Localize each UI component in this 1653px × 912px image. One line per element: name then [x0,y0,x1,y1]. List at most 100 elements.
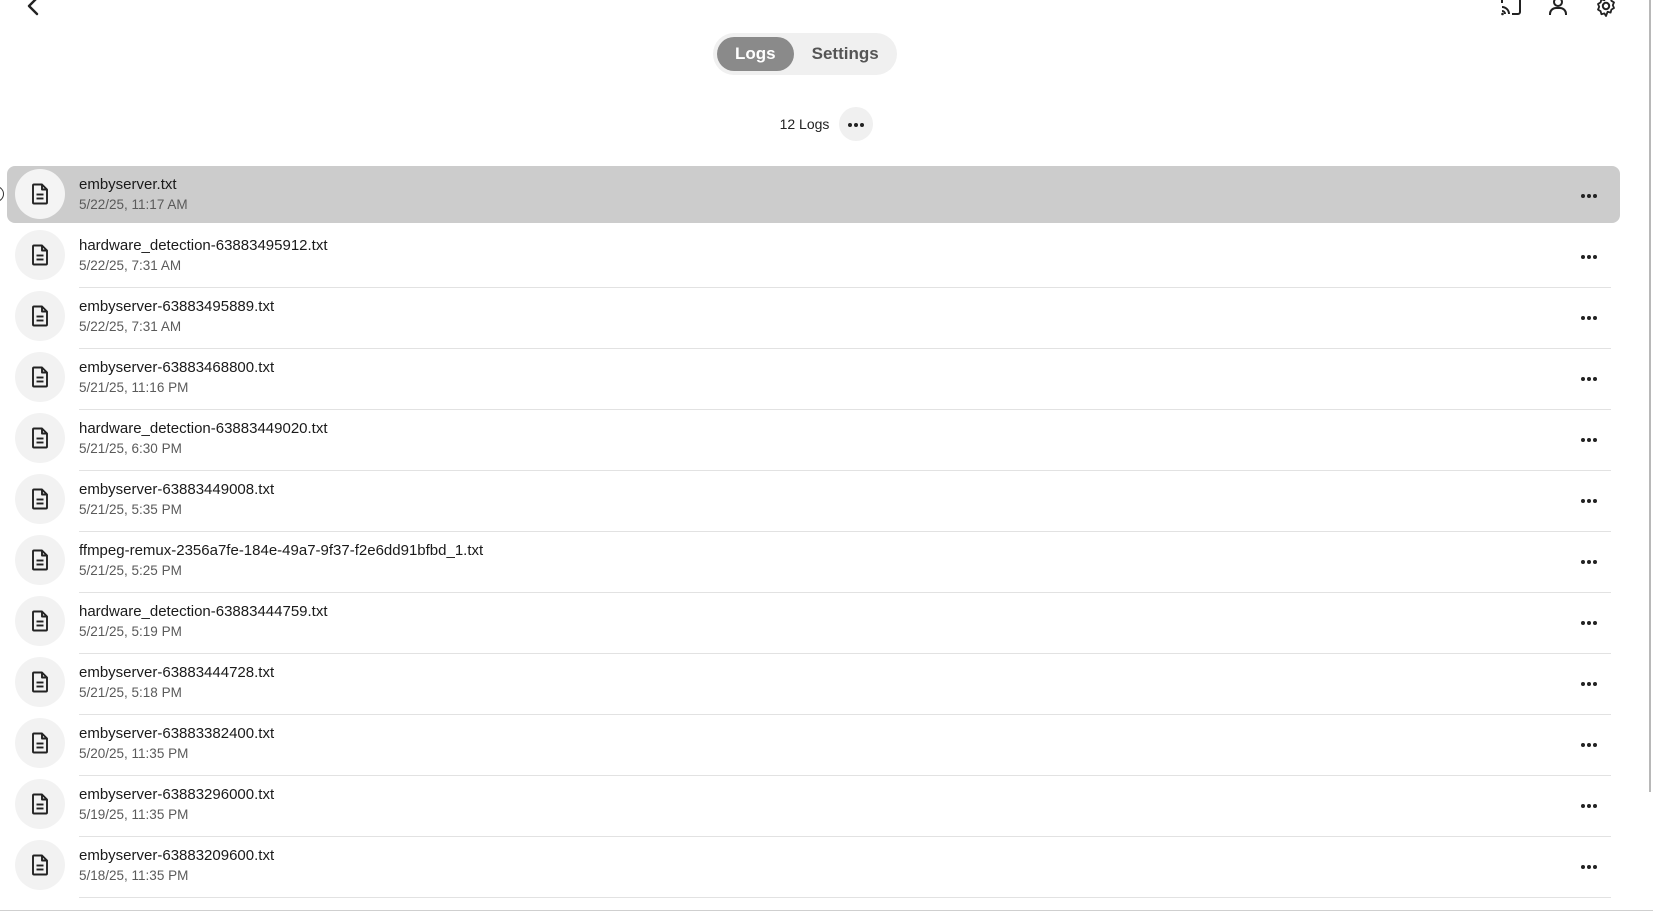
file-text-icon [15,840,65,890]
log-filename: embyserver-63883449008.txt [79,481,275,498]
file-text-icon [15,169,65,219]
back-button[interactable] [20,0,48,20]
log-row[interactable]: embyserver-63883495889.txt 5/22/25, 7:31 … [0,288,1620,349]
log-more-button[interactable] [1574,485,1604,515]
log-more-button[interactable] [1574,546,1604,576]
ellipsis-icon [1580,308,1598,326]
user-icon [1546,0,1570,18]
log-more-button[interactable] [1574,302,1604,332]
log-date: 5/21/25, 5:18 PM [79,685,182,700]
file-text-icon [15,779,65,829]
ellipsis-icon [1580,674,1598,692]
ellipsis-icon [1580,369,1598,387]
log-filename: embyserver-63883495889.txt [79,298,275,315]
log-date: 5/22/25, 7:31 AM [79,319,182,334]
log-filename: embyserver-63883209600.txt [79,847,275,864]
file-text-icon [15,413,65,463]
log-more-button[interactable] [1574,851,1604,881]
ellipsis-icon [847,115,865,133]
log-date: 5/18/25, 11:35 PM [79,868,189,883]
cast-button[interactable] [1497,0,1525,20]
log-text: hardware_detection-63883495912.txt 5/22/2… [79,236,328,275]
log-more-button[interactable] [1574,729,1604,759]
log-date: 5/22/25, 11:17 AM [79,197,188,212]
chevron-left-icon [22,0,46,18]
log-more-button[interactable] [1574,607,1604,637]
log-row[interactable]: hardware_detection-63883495912.txt 5/22/2… [0,227,1620,288]
log-text: ffmpeg-remux-2356a7fe-184e-49a7-9f37-f2e… [79,541,483,580]
tab-bar: Logs Settings [713,33,897,75]
ellipsis-icon [1580,735,1598,753]
log-text: embyserver-63883382400.txt 5/20/25, 11:35… [79,724,274,763]
log-row[interactable]: embyserver-63883209600.txt 5/18/25, 11:35… [0,837,1620,898]
log-row[interactable]: embyserver-63883296000.txt 5/19/25, 11:35… [0,776,1620,837]
logs-summary: 12 Logs [0,107,1653,141]
log-row[interactable]: embyserver.txt 5/22/25, 11:17 AM [0,166,1620,227]
ellipsis-icon [1580,613,1598,631]
logs-count: 12 Logs [779,116,830,132]
file-text-icon [15,474,65,524]
log-filename: hardware_detection-63883449020.txt [79,420,328,437]
log-text: embyserver-63883209600.txt 5/18/25, 11:35… [79,846,274,885]
row-divider [79,897,1611,898]
log-filename: embyserver-63883444728.txt [79,664,275,681]
log-more-button[interactable] [1574,424,1604,454]
scrollbar[interactable] [1649,0,1651,792]
log-filename: embyserver-63883468800.txt [79,359,275,376]
log-row[interactable]: embyserver-63883449008.txt 5/21/25, 5:35 … [0,471,1620,532]
ellipsis-icon [1580,491,1598,509]
ellipsis-icon [1580,857,1598,875]
file-text-icon [15,291,65,341]
bottom-divider [0,910,1653,911]
log-date: 5/21/25, 5:35 PM [79,502,182,517]
file-text-icon [15,657,65,707]
log-text: hardware_detection-63883444759.txt 5/21/2… [79,602,328,641]
log-more-button[interactable] [1574,790,1604,820]
ellipsis-icon [1580,430,1598,448]
file-text-icon [15,535,65,585]
log-filename: embyserver-63883296000.txt [79,786,275,803]
cast-icon [1499,0,1523,18]
log-row[interactable]: embyserver-63883444728.txt 5/21/25, 5:18 … [0,654,1620,715]
log-date: 5/21/25, 5:19 PM [79,624,182,639]
log-row[interactable]: embyserver-63883468800.txt 5/21/25, 11:16… [0,349,1620,410]
log-row[interactable]: ffmpeg-remux-2356a7fe-184e-49a7-9f37-f2e… [0,532,1620,593]
log-text: embyserver-63883468800.txt 5/21/25, 11:16… [79,358,274,397]
log-filename: embyserver-63883382400.txt [79,725,275,742]
tab-settings[interactable]: Settings [794,37,897,71]
row-highlight [7,166,1620,223]
log-text: hardware_detection-63883449020.txt 5/21/2… [79,419,328,458]
log-date: 5/19/25, 11:35 PM [79,807,189,822]
log-row[interactable]: hardware_detection-63883444759.txt 5/21/2… [0,593,1620,654]
log-more-button[interactable] [1574,241,1604,271]
ellipsis-icon [1580,247,1598,265]
log-more-button[interactable] [1574,668,1604,698]
log-filename: hardware_detection-63883444759.txt [79,603,328,620]
ellipsis-icon [1580,552,1598,570]
logs-more-button[interactable] [839,107,874,141]
file-text-icon [15,352,65,402]
log-date: 5/22/25, 7:31 AM [79,258,182,273]
log-row[interactable]: embyserver-63883382400.txt 5/20/25, 11:35… [0,715,1620,776]
log-filename: ffmpeg-remux-2356a7fe-184e-49a7-9f37-f2e… [79,542,484,559]
log-more-button[interactable] [1574,180,1604,210]
tab-logs[interactable]: Logs [717,37,794,71]
file-text-icon [15,718,65,768]
log-text: embyserver-63883444728.txt 5/21/25, 5:18 … [79,663,274,702]
log-text: embyserver-63883296000.txt 5/19/25, 11:35… [79,785,274,824]
log-date: 5/21/25, 5:25 PM [79,563,182,578]
gear-icon [1594,0,1618,18]
ellipsis-icon [1580,186,1598,204]
log-text: embyserver.txt 5/22/25, 11:17 AM [79,175,188,214]
log-filename: hardware_detection-63883495912.txt [79,237,328,254]
log-filename: embyserver.txt [79,176,177,193]
log-list: embyserver.txt 5/22/25, 11:17 AM hardware_… [0,166,1620,898]
logs-page: Logs Settings 12 Logs embyserver.txt 5/22… [0,0,1653,912]
settings-button[interactable] [1592,0,1620,20]
log-row[interactable]: hardware_detection-63883449020.txt 5/21/2… [0,410,1620,471]
ellipsis-icon [1580,796,1598,814]
user-button[interactable] [1544,0,1572,20]
log-more-button[interactable] [1574,363,1604,393]
log-text: embyserver-63883495889.txt 5/22/25, 7:31 … [79,297,274,336]
log-text: embyserver-63883449008.txt 5/21/25, 5:35 … [79,480,274,519]
